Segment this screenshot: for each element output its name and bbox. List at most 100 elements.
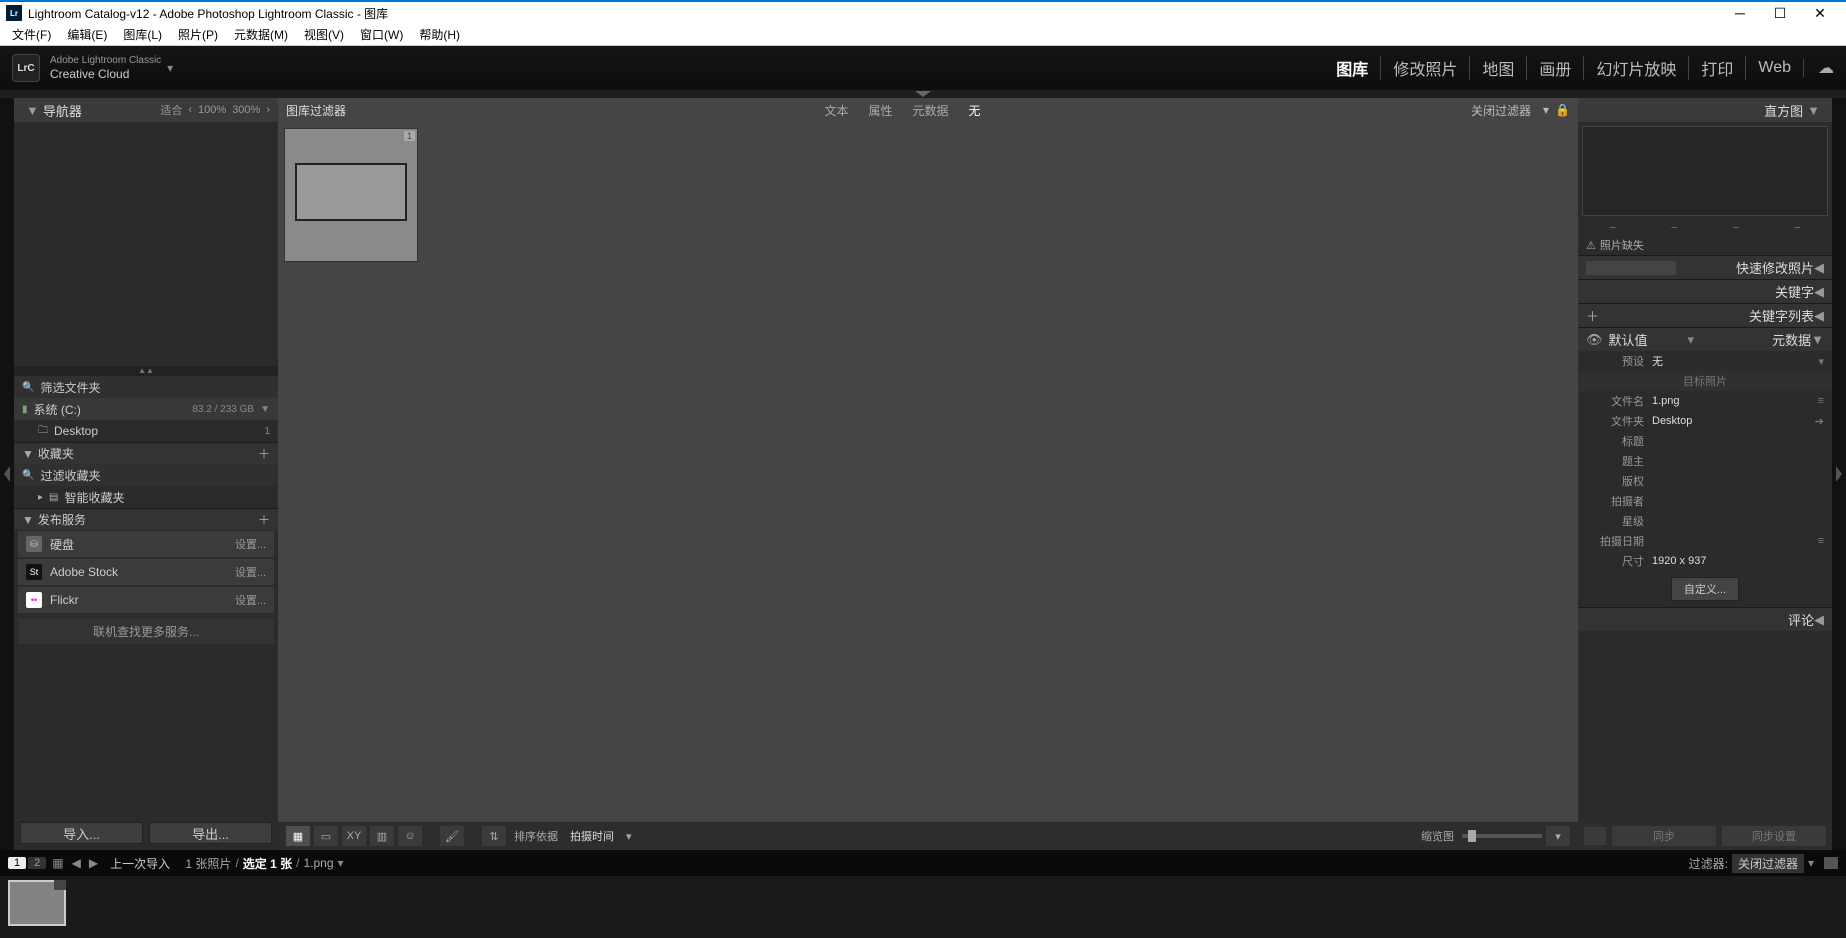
module-develop[interactable]: 修改照片 [1381, 56, 1470, 80]
navigator-preview[interactable] [14, 122, 278, 366]
menu-icon[interactable]: ≡ [1818, 535, 1824, 547]
sync-switch[interactable] [1584, 827, 1606, 845]
export-button[interactable]: 导出... [149, 822, 272, 844]
menu-library[interactable]: 图库(L) [115, 26, 170, 43]
menu-file[interactable]: 文件(F) [4, 26, 59, 43]
filter-none[interactable]: 无 [969, 102, 981, 119]
grid-view-icon[interactable]: ▦ [286, 826, 310, 846]
chevron-down-icon[interactable]: ▾ [1818, 355, 1824, 368]
publish-flickr-setup[interactable]: 设置... [235, 592, 266, 608]
chevron-down-icon[interactable]: ▾ [1808, 856, 1814, 870]
drive-caret-icon[interactable]: ▼ [260, 404, 270, 415]
right-panel-toggle[interactable] [1832, 98, 1846, 850]
chevron-down-icon[interactable]: ▾ [338, 856, 344, 870]
filter-preset-dropdown[interactable]: 关闭过滤器 [1732, 854, 1804, 873]
chevron-down-icon[interactable]: ▾ [626, 830, 632, 843]
filter-folders-row[interactable]: 🔍 筛选文件夹 [14, 376, 278, 398]
meta-filename-value[interactable]: 1.png [1652, 395, 1818, 407]
filter-attribute[interactable]: 属性 [869, 102, 893, 119]
lock-icon[interactable]: 🔒 [1555, 103, 1570, 117]
nav-fit[interactable]: 适合 [160, 102, 182, 118]
filter-metadata[interactable]: 元数据 [913, 102, 949, 119]
metadata-set-selector[interactable]: 默认值 [1609, 330, 1648, 349]
loupe-view-icon[interactable]: ▭ [314, 826, 338, 846]
menu-help[interactable]: 帮助(H) [411, 26, 468, 43]
thumb-size-slider[interactable] [1462, 834, 1542, 838]
panel-scroll-up-icon[interactable]: ▲▲ [14, 366, 278, 376]
publish-stock-row[interactable]: St Adobe Stock 设置... [18, 559, 274, 585]
publish-hdd-setup[interactable]: 设置... [235, 536, 266, 552]
grid-glyph-icon[interactable]: ▦ [52, 856, 63, 870]
photo-thumbnail[interactable]: 1 [284, 128, 418, 262]
filter-flag-icon[interactable] [1824, 857, 1838, 869]
close-button[interactable]: ✕ [1800, 1, 1840, 25]
smart-collections-row[interactable]: ▸ ▤ 智能收藏夹 [14, 486, 278, 508]
sort-direction-icon[interactable]: ⇅ [482, 826, 506, 846]
goto-icon[interactable]: ➔ [1815, 415, 1824, 428]
toolbar-menu-icon[interactable]: ▾ [1546, 826, 1570, 846]
monitor-2-button[interactable]: 2 [28, 857, 46, 869]
filter-collections-row[interactable]: 🔍 过滤收藏夹 [14, 464, 278, 486]
nav-300[interactable]: 300% [232, 104, 260, 116]
add-publish-icon[interactable]: ＋ [258, 511, 270, 528]
add-collection-icon[interactable]: ＋ [258, 445, 270, 462]
menu-metadata[interactable]: 元数据(M) [226, 26, 296, 43]
maximize-button[interactable]: ☐ [1760, 1, 1800, 25]
sync-settings-button[interactable]: 同步设置 [1722, 826, 1826, 846]
find-more-services[interactable]: 联机查找更多服务... [18, 618, 274, 644]
module-print[interactable]: 打印 [1689, 56, 1746, 80]
brand-caret-icon[interactable]: ▾ [167, 61, 173, 75]
publish-stock-setup[interactable]: 设置... [235, 564, 266, 580]
monitor-1-button[interactable]: 1 [8, 857, 26, 869]
compare-view-icon[interactable]: XY [342, 826, 366, 846]
nav-forward-icon[interactable]: ▶ [89, 856, 98, 870]
quick-develop-header[interactable]: 快速修改照片 ◀ [1578, 255, 1832, 279]
menu-window[interactable]: 窗口(W) [352, 26, 411, 43]
chevron-down-icon[interactable]: ▾ [1688, 332, 1695, 348]
keyword-list-header[interactable]: ＋ 关键字列表 ◀ [1578, 303, 1832, 327]
menu-photo[interactable]: 照片(P) [170, 26, 226, 43]
publish-flickr-row[interactable]: •• Flickr 设置... [18, 587, 274, 613]
histogram-view[interactable] [1582, 126, 1828, 216]
filmstrip-thumbnail[interactable] [8, 880, 66, 926]
filmstrip[interactable] [0, 876, 1846, 938]
module-library[interactable]: 图库 [1324, 56, 1381, 80]
module-slideshow[interactable]: 幻灯片放映 [1584, 56, 1689, 80]
customize-button[interactable]: 自定义... [1671, 577, 1739, 601]
drive-row[interactable]: ▮ 系统 (C:) 83.2 / 233 GB ▼ [14, 398, 278, 420]
survey-view-icon[interactable]: ▥ [370, 826, 394, 846]
breadcrumb-source[interactable]: 上一次导入 [110, 855, 170, 872]
module-web[interactable]: Web [1746, 59, 1804, 77]
navigator-header[interactable]: ▼ 导航器 适合 ‹ 100% 300% › [14, 98, 278, 122]
spray-tool-icon[interactable]: 🖌 [440, 826, 464, 846]
top-panel-toggle[interactable] [0, 90, 1846, 98]
filter-close-dropdown[interactable]: 关闭过滤器 [1471, 102, 1531, 119]
sort-value[interactable]: 拍摄时间 [570, 828, 614, 844]
preset-value[interactable]: 无 [1652, 353, 1818, 369]
nav-100[interactable]: 100% [198, 104, 226, 116]
sync-button[interactable]: 同步 [1612, 826, 1716, 846]
collections-header[interactable]: ▼ 收藏夹 ＋ [14, 442, 278, 464]
comments-header[interactable]: 评论 ◀ [1578, 607, 1832, 631]
chevron-icon[interactable]: › [266, 104, 270, 116]
module-book[interactable]: 画册 [1527, 56, 1584, 80]
eye-icon[interactable]: 👁 [1586, 332, 1603, 348]
qd-preset-selector[interactable] [1586, 261, 1676, 275]
menu-view[interactable]: 视图(V) [296, 26, 352, 43]
module-map[interactable]: 地图 [1470, 56, 1527, 80]
menu-icon[interactable]: ≡ [1818, 395, 1824, 407]
minimize-button[interactable]: ─ [1720, 1, 1760, 25]
add-keyword-icon[interactable]: ＋ [1586, 306, 1599, 325]
menu-edit[interactable]: 编辑(E) [59, 26, 115, 43]
folder-row[interactable]: 🗀 Desktop 1 [14, 420, 278, 442]
chevron-down-icon[interactable]: ▾ [1543, 103, 1549, 117]
people-view-icon[interactable]: ☺ [398, 826, 422, 846]
chevron-icon[interactable]: ‹ [188, 104, 192, 116]
histogram-header[interactable]: 直方图 ▼ [1578, 98, 1832, 122]
metadata-header[interactable]: 👁 默认值 ▾ 元数据 ▼ [1578, 327, 1832, 351]
publish-hdd-row[interactable]: ⛁ 硬盘 设置... [18, 531, 274, 557]
import-button[interactable]: 导入... [20, 822, 143, 844]
meta-folder-value[interactable]: Desktop [1652, 415, 1815, 427]
publish-header[interactable]: ▼ 发布服务 ＋ [14, 508, 278, 530]
nav-back-icon[interactable]: ◀ [72, 856, 81, 870]
